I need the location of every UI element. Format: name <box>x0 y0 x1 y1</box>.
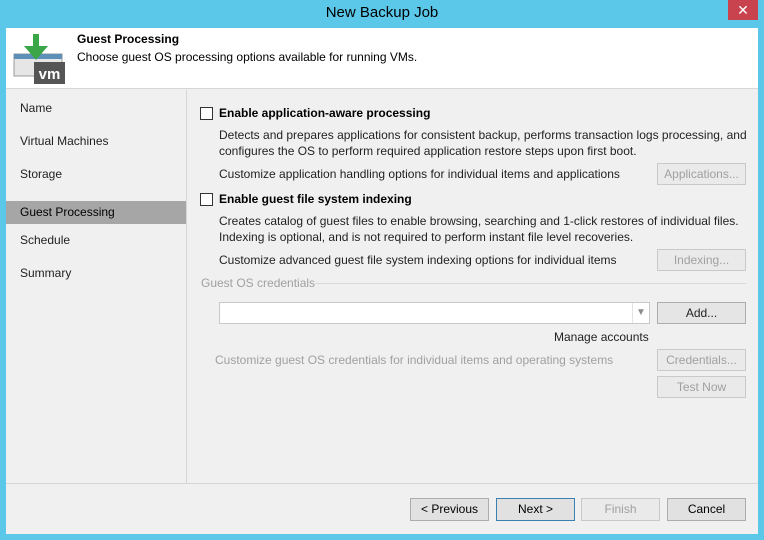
step-schedule[interactable]: Schedule <box>6 229 186 252</box>
step-guest-processing[interactable]: Guest Processing <box>6 201 186 224</box>
applications-button[interactable]: Applications... <box>657 163 746 185</box>
chevron-down-icon[interactable]: ▼ <box>632 303 649 323</box>
indexing-desc-line1: Creates catalog of guest files to enable… <box>219 214 739 228</box>
step-summary[interactable]: Summary <box>6 262 186 285</box>
credentials-group-divider <box>315 283 746 284</box>
previous-button[interactable]: < Previous <box>410 498 489 521</box>
app-aware-label[interactable]: Enable application-aware processing <box>219 106 430 120</box>
title-bar: New Backup Job ✕ <box>0 0 764 28</box>
wizard-footer: < Previous Next > Finish Cancel <box>6 483 758 534</box>
indexing-desc-line2: Indexing is optional, and is not require… <box>219 230 634 244</box>
credentials-button[interactable]: Credentials... <box>657 349 746 371</box>
wizard-window: vm Guest Processing Choose guest OS proc… <box>6 28 758 534</box>
page-subtitle: Choose guest OS processing options avail… <box>77 50 418 64</box>
credentials-group-label: Guest OS credentials <box>201 276 316 290</box>
app-aware-desc-line2: configures the OS to perform required ap… <box>219 144 637 158</box>
next-button[interactable]: Next > <box>496 498 575 521</box>
indexing-label[interactable]: Enable guest file system indexing <box>219 192 412 206</box>
cancel-button[interactable]: Cancel <box>667 498 746 521</box>
close-button[interactable]: ✕ <box>728 0 758 20</box>
logo-text: vm <box>39 66 61 83</box>
step-virtual-machines[interactable]: Virtual Machines <box>6 130 186 153</box>
app-aware-customize-text: Customize application handling options f… <box>219 167 620 181</box>
app-aware-checkbox[interactable] <box>200 107 213 120</box>
app-aware-desc-line1: Detects and prepares applications for co… <box>219 128 747 142</box>
window-title: New Backup Job <box>325 4 439 21</box>
page-title: Guest Processing <box>77 32 180 46</box>
add-credentials-button[interactable]: Add... <box>657 302 746 324</box>
indexing-customize-text: Customize advanced guest file system ind… <box>219 253 617 267</box>
finish-button[interactable]: Finish <box>581 498 660 521</box>
wizard-content: Enable application-aware processing Dete… <box>187 90 758 483</box>
indexing-button[interactable]: Indexing... <box>657 249 746 271</box>
wizard-steps: Name Virtual Machines Storage Guest Proc… <box>6 90 187 483</box>
credentials-dropdown[interactable]: ▼ <box>219 302 650 324</box>
vm-logo-icon: vm <box>12 34 66 86</box>
manage-accounts-link[interactable]: Manage accounts <box>554 329 649 345</box>
step-name[interactable]: Name <box>6 97 186 120</box>
test-now-button[interactable]: Test Now <box>657 376 746 398</box>
indexing-checkbox[interactable] <box>200 193 213 206</box>
wizard-header: vm Guest Processing Choose guest OS proc… <box>6 28 758 89</box>
credentials-customize-text: Customize guest OS credentials for indiv… <box>215 353 614 367</box>
step-storage[interactable]: Storage <box>6 163 186 186</box>
